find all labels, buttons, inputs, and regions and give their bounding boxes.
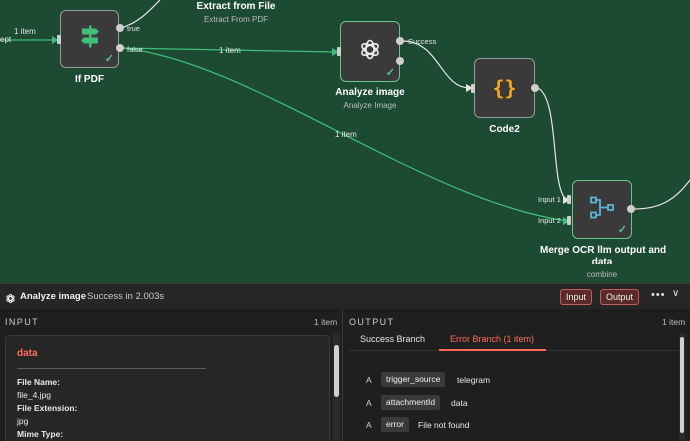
field-value-attachment-id: data (451, 398, 468, 408)
node-if-pdf[interactable]: ✓ (60, 10, 119, 68)
ndv-header: Analyze image Success in 2.003s Input Ou… (0, 283, 690, 309)
check-icon: ✓ (385, 67, 395, 79)
node-title-analyze: Analyze image (335, 87, 405, 98)
input-data-card: data File Name: file_4.jpg File Extensio… (5, 335, 330, 441)
port-label-input2: Input 2 (538, 216, 561, 225)
merge-input1-port[interactable] (567, 195, 571, 204)
node-title-code2: Code2 (489, 124, 520, 135)
canvas-bottom-strip: combine (0, 264, 690, 283)
node-code2[interactable]: {} (474, 58, 535, 118)
execution-status: Success in 2.003s (87, 291, 165, 302)
output-scrollbar-thumb[interactable] (680, 337, 684, 433)
node-subtitle-merge: combine (586, 270, 618, 279)
code2-input-port[interactable] (471, 84, 475, 93)
signpost-icon (78, 24, 102, 55)
node-merge[interactable]: ✓ (572, 180, 632, 239)
field-label: File Name: (17, 377, 60, 387)
merge-icon (589, 195, 615, 224)
type-string-icon: A (366, 375, 372, 385)
openai-icon (5, 291, 16, 309)
input-scrollbar-thumb[interactable] (334, 345, 339, 397)
edge-code2-merge (537, 87, 568, 201)
input-item-count: 1 item (314, 317, 338, 327)
more-icon[interactable]: ••• (651, 289, 666, 301)
merge-input2-port[interactable] (567, 216, 571, 225)
field-value: jpg (17, 416, 29, 426)
edge-label-incoming: 1 item (14, 27, 36, 36)
incoming-port-label: ept (0, 35, 12, 44)
check-icon: ✓ (104, 53, 114, 65)
app-root: ept 1 item ✓ true false If PDF Extract f… (0, 0, 690, 441)
node-title-if-pdf: If PDF (75, 74, 104, 85)
edge-label-false-merge: 1 item (335, 130, 357, 139)
port-label-success: Success (408, 37, 437, 46)
field-key-attachment-id[interactable]: attachmentId (381, 395, 441, 410)
if-pdf-true-port[interactable] (116, 24, 124, 32)
node-title-extract: Extract from File (196, 1, 276, 12)
port-label-input1: Input 1 (538, 195, 561, 204)
analyze-input-port[interactable] (337, 47, 341, 56)
card-title: data (17, 348, 38, 359)
field-label: File Extension: (17, 403, 78, 413)
tab-error-branch[interactable]: Error Branch (1 item) (450, 334, 534, 344)
active-tab-indicator (439, 349, 546, 351)
braces-icon: {} (492, 76, 517, 100)
output-scrollbar[interactable] (679, 333, 685, 441)
node-name: Analyze image (20, 291, 86, 302)
edge-success-code2 (401, 40, 471, 89)
input-scrollbar[interactable] (333, 333, 340, 441)
edge-label-false-analyze: 1 item (219, 46, 241, 55)
merge-output-port[interactable] (627, 205, 635, 213)
workflow-canvas[interactable]: ept 1 item ✓ true false If PDF Extract f… (0, 0, 690, 264)
output-panel: OUTPUT 1 item Success Branch Error Branc… (344, 309, 690, 441)
edge-merge-out (633, 179, 690, 210)
output-item-count: 1 item (662, 317, 686, 327)
node-title-merge-2: data (591, 257, 613, 264)
node-analyze-image[interactable]: ✓ (340, 21, 400, 82)
tab-success-branch[interactable]: Success Branch (360, 334, 425, 344)
openai-icon (358, 37, 382, 66)
code2-output-port[interactable] (531, 84, 539, 92)
field-label: Mime Type: (17, 429, 64, 439)
field-value-trigger-source: telegram (457, 375, 491, 385)
output-button[interactable]: Output (600, 289, 640, 305)
input-panel: INPUT 1 item data File Name: file_4.jpg … (0, 309, 343, 441)
chevron-down-icon[interactable]: ∨ (672, 288, 679, 299)
type-string-icon: A (366, 398, 372, 408)
input-panel-title: INPUT (5, 317, 39, 327)
input-button[interactable]: Input (560, 289, 593, 305)
field-value-error: File not found (418, 420, 470, 430)
type-string-icon: A (366, 420, 372, 430)
if-pdf-input-port[interactable] (57, 35, 61, 44)
analyze-success-port[interactable] (396, 37, 404, 45)
check-icon: ✓ (617, 224, 627, 236)
field-key-trigger-source[interactable]: trigger_source (381, 372, 446, 387)
if-pdf-false-port[interactable] (116, 44, 124, 52)
node-subtitle-analyze: Analyze Image (343, 101, 397, 110)
port-label-false: false (127, 45, 143, 54)
analyze-error-port[interactable] (396, 57, 404, 65)
node-title-merge-1: Merge OCR llm output and (540, 245, 667, 256)
field-key-error[interactable]: error (381, 417, 409, 432)
field-value: file_4.jpg (17, 390, 52, 400)
output-panel-title: OUTPUT (349, 317, 395, 327)
card-divider (17, 368, 206, 369)
node-subtitle-extract: Extract From PDF (203, 15, 268, 24)
port-label-true: true (127, 24, 140, 33)
